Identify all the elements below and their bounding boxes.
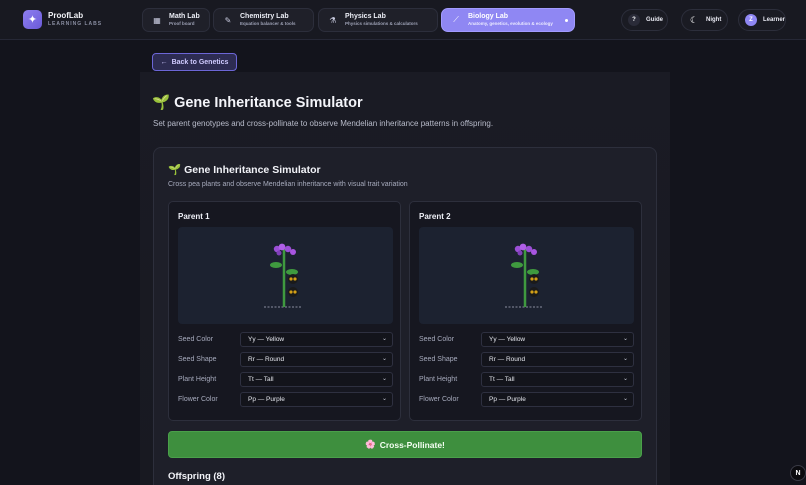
simulator-title: 🌱 Gene Inheritance Simulator <box>168 163 321 177</box>
trait-row-seed-color: Seed Color Yy — Yellow ⌄ <box>178 332 393 347</box>
tab-title: Physics Lab <box>345 13 386 20</box>
active-indicator-dot <box>565 19 568 22</box>
trait-label: Seed Color <box>178 336 214 343</box>
pea-plant-illustration <box>505 243 543 308</box>
plant-preview <box>419 227 634 324</box>
cross-pollinate-label: Cross-Pollinate! <box>379 439 445 450</box>
trait-row-flower-color: Flower Color Pp — Purple ⌄ <box>419 392 634 407</box>
seed-shape-select[interactable]: Rr — Round ⌄ <box>240 352 393 367</box>
tab-title: Biology Lab <box>468 13 509 20</box>
simulator-title-text: Gene Inheritance Simulator <box>184 163 321 176</box>
select-value: Yy — Yellow <box>489 336 526 343</box>
sparkle-icon: ✦ <box>23 10 42 29</box>
seedling-icon: 🌱 <box>168 164 182 176</box>
dna-icon: ⟋ <box>453 15 459 24</box>
trait-row-flower-color: Flower Color Pp — Purple ⌄ <box>178 392 393 407</box>
parent-label: Parent 2 <box>419 212 451 221</box>
brand[interactable]: ✦ ProofLab LEARNING LABS <box>23 10 102 29</box>
parent-label: Parent 1 <box>178 212 210 221</box>
flower-color-select[interactable]: Pp — Purple ⌄ <box>481 392 634 407</box>
top-navigation-bar: ✦ ProofLab LEARNING LABS ▦ Math Lab Proo… <box>0 0 806 40</box>
tab-math-lab[interactable]: ▦ Math Lab Proof board <box>142 8 210 32</box>
tab-subtitle: Equation balancer & tools <box>240 21 296 26</box>
trait-row-seed-shape: Seed Shape Rr — Round ⌄ <box>419 352 634 367</box>
simulator-description: Cross pea plants and observe Mendelian i… <box>168 181 408 188</box>
select-value: Rr — Round <box>248 356 285 363</box>
chevron-down-icon: ⌄ <box>381 356 387 362</box>
abacus-icon: ▦ <box>153 15 161 25</box>
flower-color-select[interactable]: Pp — Purple ⌄ <box>240 392 393 407</box>
offspring-heading: Offspring (8) <box>168 471 225 482</box>
cross-pollinate-button[interactable]: 🌸 Cross-Pollinate! <box>168 431 642 458</box>
trait-row-plant-height: Plant Height Tt — Tall ⌄ <box>419 372 634 387</box>
tab-physics-lab[interactable]: ⚗ Physics Lab Physics simulations & calc… <box>318 8 438 32</box>
trait-label: Plant Height <box>419 376 458 383</box>
page-title-text: Gene Inheritance Simulator <box>174 94 363 111</box>
pencil-icon: ✎ <box>224 15 232 25</box>
brand-subtitle: LEARNING LABS <box>48 21 103 27</box>
seedling-icon: 🌱 <box>152 95 171 111</box>
tab-title: Chemistry Lab <box>240 13 289 20</box>
tab-title: Math Lab <box>169 13 200 20</box>
blossom-icon: 🌸 <box>365 439 376 449</box>
tab-chemistry-lab[interactable]: ✎ Chemistry Lab Equation balancer & tool… <box>213 8 314 32</box>
theme-label: Night <box>706 17 722 23</box>
back-to-genetics-button[interactable]: ← Back to Genetics <box>152 53 237 71</box>
avatar: Z <box>745 14 757 26</box>
question-icon: ? <box>628 14 640 26</box>
trait-row-seed-shape: Seed Shape Rr — Round ⌄ <box>178 352 393 367</box>
trait-label: Seed Color <box>419 336 455 343</box>
back-button-label: Back to Genetics <box>171 58 229 66</box>
seed-color-select[interactable]: Yy — Yellow ⌄ <box>481 332 634 347</box>
select-value: Yy — Yellow <box>248 336 285 343</box>
microscope-icon: ⚗ <box>329 15 337 25</box>
arrow-left-icon: ← <box>160 58 168 66</box>
tab-subtitle: Physics simulations & calculators <box>345 21 418 26</box>
plant-preview <box>178 227 393 324</box>
tab-subtitle: Anatomy, genetics, evolution & ecology <box>468 21 553 26</box>
trait-label: Seed Shape <box>419 356 458 363</box>
select-value: Tt — Tall <box>248 376 274 383</box>
next-logo-badge[interactable]: N <box>790 465 806 481</box>
seed-color-select[interactable]: Yy — Yellow ⌄ <box>240 332 393 347</box>
seed-shape-select[interactable]: Rr — Round ⌄ <box>481 352 634 367</box>
chevron-down-icon: ⌄ <box>622 336 628 342</box>
chevron-down-icon: ⌄ <box>381 336 387 342</box>
chevron-down-icon: ⌄ <box>381 376 387 382</box>
trait-label: Plant Height <box>178 376 217 383</box>
chevron-down-icon: ⌄ <box>622 396 628 402</box>
tab-subtitle: Proof board <box>169 21 195 26</box>
guide-label: Guide <box>646 17 664 23</box>
parent-1-panel: Parent 1 Seed Color Yy — Yellow ⌄ Seed S <box>168 201 401 421</box>
guide-button[interactable]: ? Guide <box>621 9 668 31</box>
trait-label: Seed Shape <box>178 356 217 363</box>
brand-title: ProofLab <box>48 11 84 20</box>
page-description: Set parent genotypes and cross-pollinate… <box>153 119 494 128</box>
chevron-down-icon: ⌄ <box>622 376 628 382</box>
trait-row-seed-color: Seed Color Yy — Yellow ⌄ <box>419 332 634 347</box>
chevron-down-icon: ⌄ <box>381 396 387 402</box>
select-value: Rr — Round <box>489 356 526 363</box>
plant-height-select[interactable]: Tt — Tall ⌄ <box>481 372 634 387</box>
trait-label: Flower Color <box>178 396 218 403</box>
tab-biology-lab[interactable]: ⟋ Biology Lab Anatomy, genetics, evoluti… <box>441 8 575 32</box>
chevron-down-icon: ⌄ <box>622 356 628 362</box>
trait-row-plant-height: Plant Height Tt — Tall ⌄ <box>178 372 393 387</box>
pea-plant-illustration <box>264 243 302 308</box>
theme-toggle-button[interactable]: ☾ Night <box>681 9 728 31</box>
trait-label: Flower Color <box>419 396 459 403</box>
select-value: Tt — Tall <box>489 376 515 383</box>
select-value: Pp — Purple <box>489 396 526 403</box>
plant-height-select[interactable]: Tt — Tall ⌄ <box>240 372 393 387</box>
parent-2-panel: Parent 2 Seed Color Yy — Yellow ⌄ Seed S <box>409 201 642 421</box>
user-menu-button[interactable]: Z Learner <box>738 9 786 31</box>
select-value: Pp — Purple <box>248 396 285 403</box>
user-label: Learner <box>762 17 785 23</box>
moon-icon: ☾ <box>689 14 699 25</box>
page-title: 🌱 Gene Inheritance Simulator <box>152 94 363 112</box>
